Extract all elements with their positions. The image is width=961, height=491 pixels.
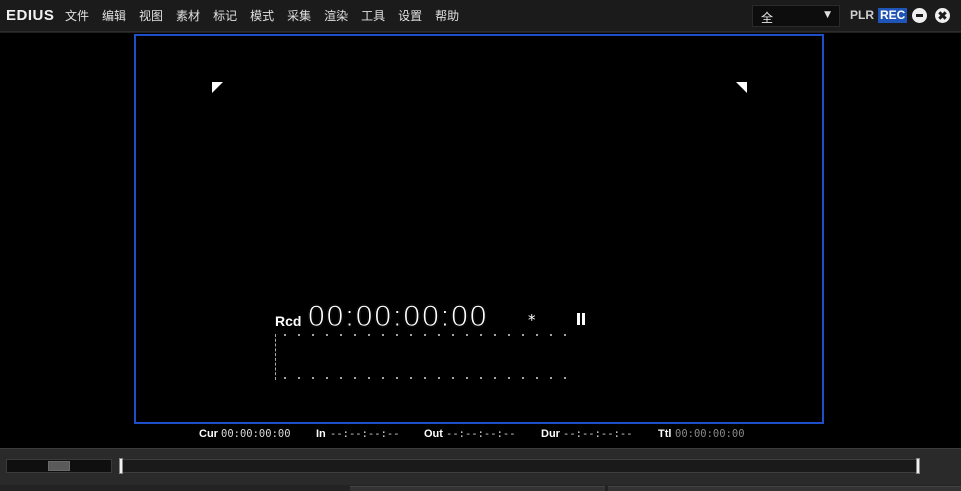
safe-area-corner-top-right-icon — [736, 82, 747, 93]
panel-tab-edge — [350, 486, 605, 491]
menu-edit[interactable]: 编辑 — [102, 9, 126, 24]
panel-tab-edge — [608, 486, 961, 491]
position-marker-start[interactable] — [119, 458, 123, 474]
menu-capture[interactable]: 采集 — [287, 9, 311, 24]
audio-meter-ticks-top — [278, 334, 568, 336]
close-icon[interactable] — [935, 8, 950, 23]
mode-dropdown[interactable]: 全 ▼ — [752, 5, 840, 27]
dur-label: Dur — [541, 428, 560, 440]
recorder-monitor[interactable]: Rcd 00:00:00:00 * — [134, 34, 824, 424]
menu-settings[interactable]: 设置 — [398, 9, 422, 24]
main-menu: 文件 编辑 视图 素材 标记 模式 采集 渲染 工具 设置 帮助 — [65, 9, 472, 24]
shuttle-slider[interactable] — [6, 459, 112, 473]
pause-icon — [576, 313, 586, 325]
position-bar[interactable] — [119, 458, 920, 474]
app-logo: EDIUS — [6, 7, 55, 24]
in-label: In — [316, 428, 326, 440]
menu-clip[interactable]: 素材 — [176, 9, 200, 24]
menu-file[interactable]: 文件 — [65, 9, 89, 24]
ttl-label: Ttl — [658, 428, 672, 440]
cur-label: Cur — [199, 428, 218, 440]
recorder-timecode: 00:00:00:00 — [307, 300, 489, 334]
menu-view[interactable]: 视图 — [139, 9, 163, 24]
cur-value: 00:00:00:00 — [221, 428, 291, 440]
dur-value: --:--:--:-- — [563, 428, 633, 440]
menu-help[interactable]: 帮助 — [435, 9, 459, 24]
safe-area-corner-top-left-icon — [212, 82, 223, 93]
timecode-mark: * — [528, 311, 536, 329]
chevron-down-icon: ▼ — [824, 10, 831, 20]
audio-meter-scale — [275, 334, 276, 380]
menu-marker[interactable]: 标记 — [213, 9, 237, 24]
plr-button[interactable]: PLR — [850, 8, 874, 22]
menu-bar: EDIUS 文件 编辑 视图 素材 标记 模式 采集 渲染 工具 设置 帮助 全… — [0, 0, 961, 32]
minimize-icon[interactable] — [912, 8, 927, 23]
out-value: --:--:--:-- — [446, 428, 516, 440]
menu-render[interactable]: 渲染 — [324, 9, 348, 24]
position-marker-end[interactable] — [916, 458, 920, 474]
menu-tools[interactable]: 工具 — [361, 9, 385, 24]
ttl-value: 00:00:00:00 — [675, 428, 745, 440]
rcd-label: Rcd — [275, 313, 302, 329]
in-value: --:--:--:-- — [330, 428, 400, 440]
mode-dropdown-value: 全 — [761, 11, 774, 25]
transport-area — [0, 448, 961, 491]
out-label: Out — [424, 428, 443, 440]
timecode-info-bar: Cur 00:00:00:00 In --:--:--:-- Out --:--… — [0, 425, 961, 445]
rec-button[interactable]: REC — [878, 8, 908, 23]
audio-meter-ticks-bottom — [278, 377, 568, 379]
menu-mode[interactable]: 模式 — [250, 9, 274, 24]
lower-panel-edge — [0, 485, 961, 491]
shuttle-knob[interactable] — [48, 461, 70, 471]
